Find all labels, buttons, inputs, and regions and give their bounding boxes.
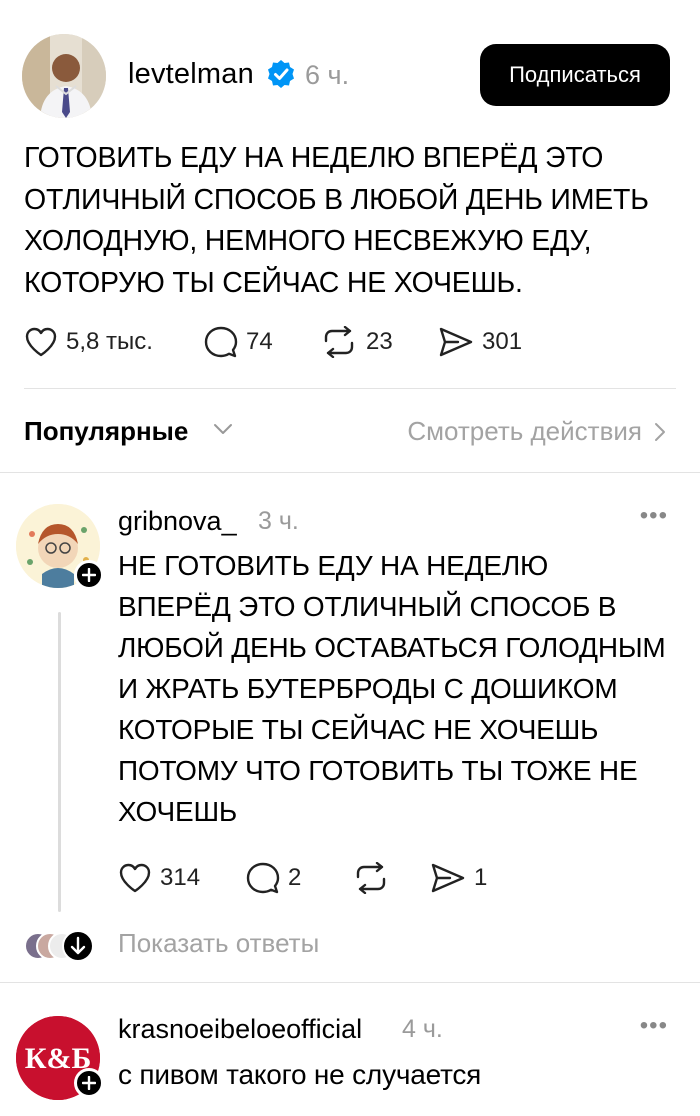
verified-badge-icon <box>268 60 294 88</box>
like-button[interactable]: 314 <box>118 858 200 898</box>
repost-icon <box>324 326 354 358</box>
show-replies-link[interactable]: Показать ответы <box>118 928 319 959</box>
comment-bubble-icon <box>246 862 280 894</box>
more-dots-icon[interactable]: ••• <box>640 1012 668 1040</box>
heart-icon <box>119 863 151 893</box>
post-actions: 5,8 тыс. 74 23 301 <box>24 322 584 362</box>
follow-plus-button[interactable] <box>74 1068 104 1098</box>
sort-dropdown[interactable]: Популярные <box>24 416 188 447</box>
post-header: levtelman 6 ч. Подписаться <box>22 34 670 118</box>
like-count: 5,8 тыс. <box>66 328 153 355</box>
reply-actions: 314 2 1 <box>118 858 538 898</box>
share-button[interactable]: 301 <box>438 322 522 362</box>
sort-row: Популярные Смотреть действия <box>24 410 670 454</box>
post-time: 6 ч. <box>305 60 350 90</box>
more-dots-icon[interactable]: ••• <box>640 502 668 530</box>
plus-icon <box>82 1076 96 1090</box>
reply-username[interactable]: krasnoeibeloeofficial <box>118 1014 362 1045</box>
reply-text: с пивом такого не случается <box>118 1059 482 1090</box>
plus-icon <box>82 568 96 582</box>
chevron-down-icon[interactable] <box>212 422 234 436</box>
divider <box>24 388 676 389</box>
share-count: 1 <box>474 864 488 891</box>
chevron-right-icon <box>655 422 665 441</box>
post-text: ГОТОВИТЬ ЕДУ НА НЕДЕЛЮ ВПЕРЁД ЭТО ОТЛИЧН… <box>24 142 649 299</box>
comment-button[interactable]: 2 <box>246 858 301 898</box>
follow-plus-button[interactable] <box>74 560 104 590</box>
comment-bubble-icon <box>204 326 238 358</box>
subscribe-button[interactable]: Подписаться <box>480 44 670 106</box>
repost-count: 23 <box>366 328 393 355</box>
view-actions-label: Смотреть действия <box>407 416 642 446</box>
divider <box>0 472 700 473</box>
reply-text: НЕ ГОТОВИТЬ ЕДУ НА НЕДЕЛЮ ВПЕРЁД ЭТО ОТЛ… <box>118 550 666 827</box>
reply-time: 3 ч. <box>258 507 299 535</box>
like-count: 314 <box>160 864 201 891</box>
divider <box>0 982 700 983</box>
share-count: 301 <box>482 328 523 355</box>
reply-username[interactable]: gribnova_ <box>118 506 237 537</box>
repost-button[interactable] <box>352 858 390 898</box>
share-button[interactable]: 1 <box>430 858 487 898</box>
comment-count: 74 <box>246 328 273 355</box>
reply-avatars-stack[interactable] <box>22 928 94 964</box>
comment-button[interactable]: 74 <box>204 322 273 362</box>
repost-icon <box>356 862 386 894</box>
share-send-icon <box>431 863 465 893</box>
like-button[interactable]: 5,8 тыс. <box>24 322 153 362</box>
author-username[interactable]: levtelman <box>128 58 254 91</box>
view-actions-link[interactable]: Смотреть действия <box>407 416 670 447</box>
repost-button[interactable]: 23 <box>320 322 393 362</box>
share-send-icon <box>439 327 473 357</box>
thread-line <box>58 612 61 912</box>
heart-icon <box>25 327 57 357</box>
comment-count: 2 <box>288 864 302 891</box>
author-avatar[interactable] <box>22 34 106 118</box>
reply-time: 4 ч. <box>402 1015 443 1043</box>
